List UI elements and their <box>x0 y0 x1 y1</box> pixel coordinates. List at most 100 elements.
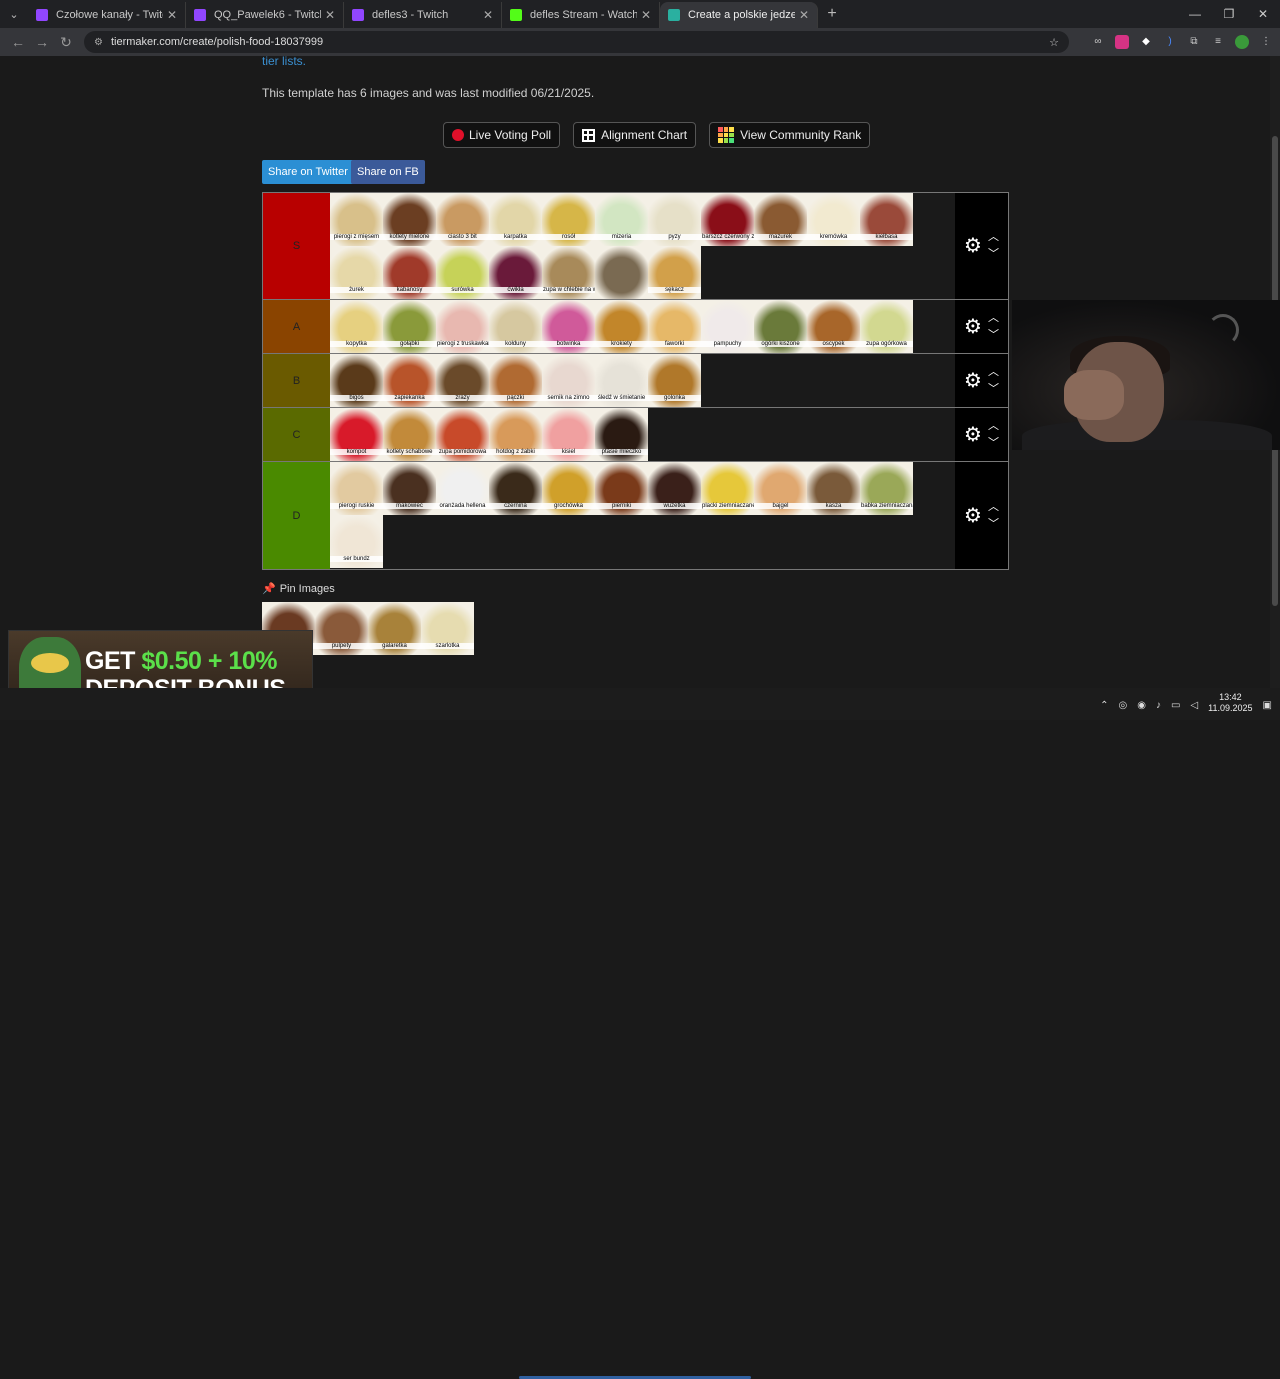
food-image[interactable]: pulpety <box>315 602 368 655</box>
tier-lists-link[interactable]: tier lists. <box>262 56 306 68</box>
food-image[interactable]: śledź w śmietanie <box>595 354 648 407</box>
address-bar[interactable]: ⚙ tiermaker.com/create/polish-food-18037… <box>84 31 1069 53</box>
share-twitter-button[interactable]: Share on Twitter <box>262 160 354 184</box>
move-down-icon[interactable]: ﹀ <box>988 383 999 395</box>
food-image[interactable]: surówka <box>436 246 489 299</box>
food-image[interactable]: sernik na zimno <box>542 354 595 407</box>
tier-label[interactable]: A <box>263 300 330 353</box>
extension-diamond-icon[interactable]: ◆ <box>1139 35 1153 49</box>
clock[interactable]: 13:42 11.09.2025 <box>1208 692 1252 714</box>
move-up-icon[interactable]: ︿ <box>988 312 999 324</box>
move-down-icon[interactable]: ﹀ <box>988 329 999 341</box>
new-tab-icon[interactable]: + <box>818 5 846 23</box>
food-image[interactable]: kotlety schabowe <box>383 408 436 461</box>
gear-icon[interactable]: ⚙ <box>964 317 982 337</box>
food-image[interactable]: pierniki <box>595 462 648 515</box>
close-window-icon[interactable]: ✕ <box>1246 0 1280 28</box>
forward-icon[interactable]: → <box>30 34 54 50</box>
food-image[interactable]: faworki <box>648 300 701 353</box>
food-image[interactable]: pyzy <box>648 193 701 246</box>
live-voting-poll-button[interactable]: Live Voting Poll <box>443 122 561 148</box>
tier-label[interactable]: C <box>263 408 330 461</box>
food-image[interactable]: mazurek <box>754 193 807 246</box>
bookmark-star-icon[interactable]: ☆ <box>1049 36 1059 49</box>
share-fb-button[interactable]: Share on FB <box>351 160 425 184</box>
tray-app-icon[interactable]: ◎ <box>1119 700 1128 711</box>
tier-label[interactable]: B <box>263 354 330 407</box>
back-icon[interactable]: ← <box>6 34 30 50</box>
food-image[interactable]: żurek <box>330 246 383 299</box>
move-up-icon[interactable]: ︿ <box>988 232 999 243</box>
food-image[interactable]: ćwikła <box>489 246 542 299</box>
food-image[interactable]: gołąbki <box>383 300 436 353</box>
alignment-chart-button[interactable]: Alignment Chart <box>573 122 697 148</box>
restore-icon[interactable]: ❐ <box>1212 0 1246 28</box>
tray-chevron-icon[interactable]: ⌃ <box>1100 700 1108 711</box>
food-image[interactable] <box>595 246 648 299</box>
food-image[interactable]: pączki <box>489 354 542 407</box>
extension-sound-icon[interactable]: ) <box>1163 35 1177 49</box>
food-image[interactable]: wuzetka <box>648 462 701 515</box>
tray-microphone-icon[interactable]: ♪ <box>1156 700 1161 711</box>
minimize-icon[interactable]: — <box>1178 0 1212 28</box>
food-image[interactable]: golonka <box>648 354 701 407</box>
food-image[interactable]: karpatka <box>489 193 542 246</box>
move-down-icon[interactable]: ﹀ <box>988 249 999 260</box>
food-image[interactable]: kopytka <box>330 300 383 353</box>
food-image[interactable]: kołduny <box>489 300 542 353</box>
food-image[interactable]: bigos <box>330 354 383 407</box>
food-image[interactable]: mizeria <box>595 193 648 246</box>
food-image[interactable]: zupa w chlebie na wielkanoc <box>542 246 595 299</box>
food-image[interactable]: kremówka <box>807 193 860 246</box>
food-image[interactable]: krokiety <box>595 300 648 353</box>
notifications-icon[interactable]: ▣ <box>1263 700 1272 711</box>
food-image[interactable]: ogórki kiszone <box>754 300 807 353</box>
tier-label[interactable]: S <box>263 193 330 299</box>
profile-avatar[interactable] <box>1235 35 1249 49</box>
food-image[interactable]: oscypek <box>807 300 860 353</box>
food-image[interactable]: szarlotka <box>421 602 474 655</box>
community-rank-button[interactable]: View Community Rank <box>709 122 871 148</box>
move-down-icon[interactable]: ﹀ <box>988 518 999 530</box>
gear-icon[interactable]: ⚙ <box>964 425 982 445</box>
food-image[interactable]: galaretka <box>368 602 421 655</box>
food-image[interactable]: barszcz czerwony z uszkami <box>701 193 754 246</box>
gear-icon[interactable]: ⚙ <box>964 236 982 256</box>
food-image[interactable]: sękacz <box>648 246 701 299</box>
food-image[interactable]: zapiekanka <box>383 354 436 407</box>
move-up-icon[interactable]: ︿ <box>988 420 999 432</box>
food-image[interactable]: rosół <box>542 193 595 246</box>
food-image[interactable]: kotlety mielone <box>383 193 436 246</box>
tray-globe-icon[interactable]: ◉ <box>1137 700 1146 711</box>
food-image[interactable]: zupa pomidorowa <box>436 408 489 461</box>
food-image[interactable]: kisiel <box>542 408 595 461</box>
tab-close-icon[interactable]: ✕ <box>167 8 177 22</box>
gear-icon[interactable]: ⚙ <box>964 506 982 526</box>
food-image[interactable]: makowiec <box>383 462 436 515</box>
gear-icon[interactable]: ⚙ <box>964 371 982 391</box>
food-image[interactable]: ser bundz <box>330 515 383 568</box>
food-image[interactable]: pampuchy <box>701 300 754 353</box>
menu-kebab-icon[interactable]: ⋮ <box>1259 35 1273 49</box>
extension-incognito-icon[interactable]: ∞ <box>1091 35 1105 49</box>
food-image[interactable]: botwinka <box>542 300 595 353</box>
food-image[interactable]: pierogi z mięsem <box>330 193 383 246</box>
extension-shield-icon[interactable] <box>1115 35 1129 49</box>
food-image[interactable]: babka ziemniaczana <box>860 462 913 515</box>
tab-close-icon[interactable]: ✕ <box>483 8 493 22</box>
food-image[interactable]: ptasie mleczko <box>595 408 648 461</box>
food-image[interactable]: placki ziemniaczane <box>701 462 754 515</box>
food-image[interactable]: kabanosy <box>383 246 436 299</box>
browser-tab[interactable]: defles Stream - Watch Live on K ✕ <box>502 2 660 28</box>
pin-images-toggle[interactable]: 📌 Pin Images <box>262 582 335 595</box>
tray-speaker-icon[interactable]: ◁ <box>1190 700 1198 711</box>
tab-close-icon[interactable]: ✕ <box>799 8 809 22</box>
food-image[interactable]: zrazy <box>436 354 489 407</box>
food-image[interactable]: kasza <box>807 462 860 515</box>
food-image[interactable]: pierogi ruskie <box>330 462 383 515</box>
move-down-icon[interactable]: ﹀ <box>988 437 999 449</box>
browser-tab[interactable]: defles3 - Twitch ✕ <box>344 2 502 28</box>
browser-tab[interactable]: Create a polskie jedzenie i napo ✕ <box>660 2 818 28</box>
browser-tab[interactable]: Czołowe kanały - Twitch ✕ <box>28 2 186 28</box>
tier-label[interactable]: D <box>263 462 330 569</box>
